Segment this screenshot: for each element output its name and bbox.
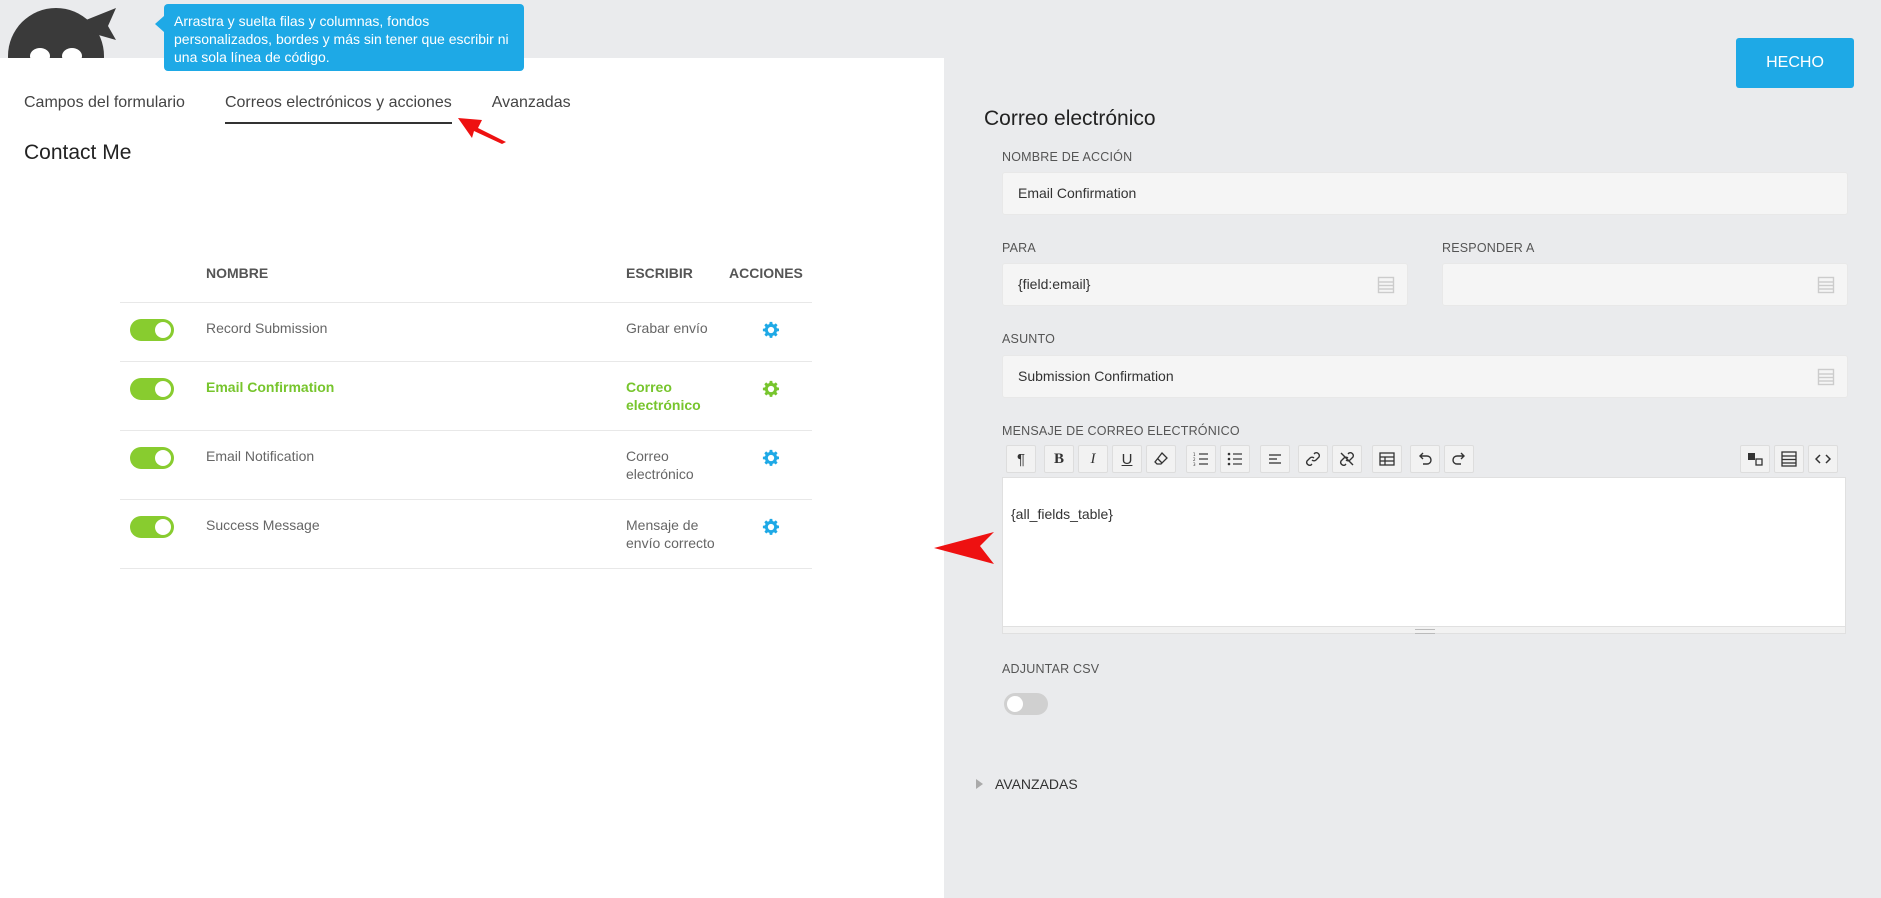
- header-name: NOMBRE: [206, 244, 626, 303]
- annotation-arrow-icon: [934, 532, 994, 564]
- tab-form-fields[interactable]: Campos del formulario: [24, 94, 185, 124]
- editor-resize-handle[interactable]: [1002, 626, 1846, 634]
- reply-to-input[interactable]: [1442, 263, 1848, 306]
- ninja-logo-icon: [4, 0, 116, 58]
- action-enabled-toggle[interactable]: [130, 318, 174, 341]
- reply-to-label: RESPONDER A: [1442, 241, 1535, 255]
- bold-icon[interactable]: B: [1044, 445, 1074, 473]
- subject-input[interactable]: Submission Confirmation: [1002, 355, 1848, 398]
- table-header-row: NOMBRE ESCRIBIR ACCIONES: [120, 244, 812, 303]
- table-row[interactable]: Success Message Mensaje de envío correct…: [120, 499, 812, 569]
- underline-icon[interactable]: U: [1112, 445, 1142, 473]
- action-name-label: NOMBRE DE ACCIÓN: [1002, 150, 1133, 164]
- gear-icon[interactable]: [762, 449, 780, 467]
- to-value: {field:email}: [1018, 276, 1091, 292]
- table-row[interactable]: Email Notification Correo electrónico: [120, 430, 812, 500]
- merge-tags-icon[interactable]: [1377, 276, 1395, 294]
- panel-title: Correo electrónico: [984, 107, 1156, 130]
- fields-icon[interactable]: [1774, 445, 1804, 473]
- form-title: Contact Me: [24, 141, 132, 164]
- subject-label: ASUNTO: [1002, 332, 1056, 346]
- header-type: ESCRIBIR: [626, 244, 729, 303]
- annotation-arrow-icon: [458, 118, 506, 144]
- table-icon[interactable]: [1372, 445, 1402, 473]
- attach-csv-toggle[interactable]: [1004, 693, 1048, 715]
- action-name: Email Notification: [206, 430, 626, 500]
- merge-tags-icon[interactable]: [1817, 276, 1835, 294]
- message-content: {all_fields_table}: [1011, 506, 1113, 522]
- subject-value: Submission Confirmation: [1018, 368, 1174, 384]
- header-toggle: [120, 244, 206, 303]
- italic-icon[interactable]: I: [1078, 445, 1108, 473]
- ordered-list-icon[interactable]: 123: [1186, 445, 1216, 473]
- form-actions-panel: Campos del formulario Correos electrónic…: [0, 58, 944, 898]
- table-row[interactable]: Record Submission Grabar envío: [120, 302, 812, 362]
- message-editor[interactable]: {all_fields_table}: [1002, 477, 1846, 627]
- action-name: Success Message: [206, 499, 626, 569]
- caret-right-icon: [976, 779, 983, 789]
- svg-text:3: 3: [1193, 462, 1196, 466]
- action-enabled-toggle[interactable]: [130, 377, 174, 400]
- action-type: Mensaje de envío correcto: [626, 499, 729, 569]
- redo-icon[interactable]: [1444, 445, 1474, 473]
- action-enabled-toggle[interactable]: [130, 515, 174, 538]
- to-input[interactable]: {field:email}: [1002, 263, 1408, 306]
- code-icon[interactable]: [1808, 445, 1838, 473]
- unordered-list-icon[interactable]: [1220, 445, 1250, 473]
- editor-toolbar: ¶ B I U 123: [1002, 445, 1846, 475]
- merge-tags-icon[interactable]: [1817, 368, 1835, 386]
- action-name: Record Submission: [206, 302, 626, 362]
- paragraph-icon[interactable]: ¶: [1006, 445, 1036, 473]
- eraser-icon[interactable]: [1146, 445, 1176, 473]
- builder-tooltip: Arrastra y suelta filas y columnas, fond…: [155, 4, 524, 71]
- table-row[interactable]: Email Confirmation Correo electrónico: [120, 361, 812, 431]
- attach-csv-label: ADJUNTAR CSV: [1002, 662, 1100, 676]
- gear-icon[interactable]: [762, 518, 780, 536]
- advanced-label: AVANZADAS: [995, 776, 1078, 792]
- unlink-icon[interactable]: [1332, 445, 1362, 473]
- gear-icon[interactable]: [762, 321, 780, 339]
- align-left-icon[interactable]: [1260, 445, 1290, 473]
- done-button[interactable]: HECHO: [1736, 38, 1854, 88]
- actions-table: NOMBRE ESCRIBIR ACCIONES Record Submissi…: [120, 244, 812, 569]
- undo-icon[interactable]: [1410, 445, 1440, 473]
- message-label: MENSAJE DE CORREO ELECTRÓNICO: [1002, 424, 1240, 438]
- action-name-input[interactable]: Email Confirmation: [1002, 172, 1848, 215]
- action-type: Correo electrónico: [626, 430, 729, 500]
- merge-tags-icon[interactable]: [1740, 445, 1770, 473]
- to-label: PARA: [1002, 241, 1036, 255]
- action-type: Grabar envío: [626, 302, 729, 362]
- gear-icon[interactable]: [762, 380, 780, 398]
- link-icon[interactable]: [1298, 445, 1328, 473]
- action-name: Email Confirmation: [206, 361, 626, 431]
- header-actions: ACCIONES: [729, 244, 812, 303]
- action-enabled-toggle[interactable]: [130, 446, 174, 469]
- advanced-section-toggle[interactable]: AVANZADAS: [976, 776, 1078, 792]
- tab-emails-actions[interactable]: Correos electrónicos y acciones: [224, 94, 452, 124]
- top-bar: Arrastra y suelta filas y columnas, fond…: [0, 0, 1881, 71]
- action-type: Correo electrónico: [626, 361, 729, 431]
